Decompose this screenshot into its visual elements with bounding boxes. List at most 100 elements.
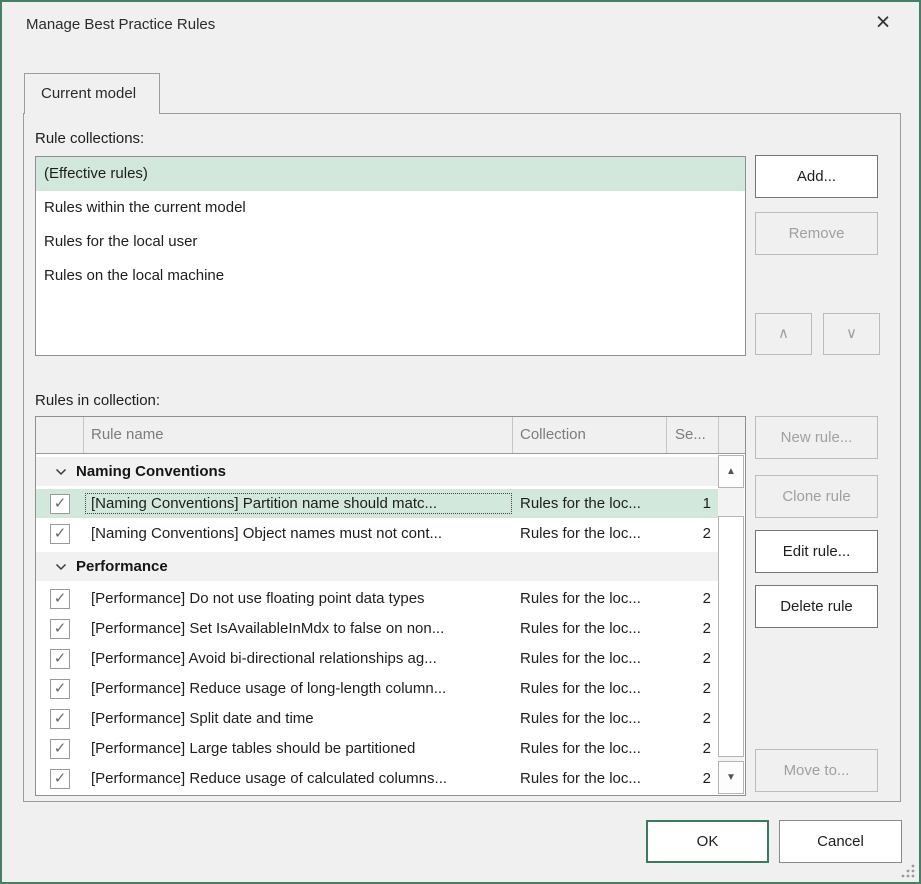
rule-collection-cell[interactable]: Rules for the loc... bbox=[513, 620, 667, 637]
rule-severity-cell[interactable]: 1 bbox=[667, 495, 719, 512]
rule-checkbox-cell: ✓ bbox=[36, 524, 84, 544]
rule-row[interactable]: ✓ [Naming Conventions] Object names must … bbox=[36, 519, 719, 549]
chevron-down-icon: ∨ bbox=[846, 325, 857, 342]
tab-page: Rule collections: (Effective rules)Rules… bbox=[23, 113, 901, 802]
rule-row[interactable]: ✓ [Performance] Reduce usage of calculate… bbox=[36, 764, 719, 794]
tab-current-model[interactable]: Current model bbox=[24, 73, 160, 114]
check-icon: ✓ bbox=[54, 681, 67, 696]
rule-checkbox[interactable]: ✓ bbox=[50, 524, 70, 544]
rule-collection-cell[interactable]: Rules for the loc... bbox=[513, 590, 667, 607]
rule-name-cell[interactable]: [Performance] Large tables should be par… bbox=[84, 737, 513, 760]
column-header-checkbox bbox=[36, 417, 84, 453]
rule-collection-cell[interactable]: Rules for the loc... bbox=[513, 770, 667, 787]
column-header-rule-name[interactable]: Rule name bbox=[84, 417, 513, 453]
dialog-title: Manage Best Practice Rules bbox=[26, 16, 215, 33]
rules-in-collection-label: Rules in collection: bbox=[35, 392, 160, 409]
rule-collection-item[interactable]: (Effective rules) bbox=[36, 157, 745, 191]
delete-rule-button[interactable]: Delete rule bbox=[755, 585, 878, 628]
rules-table-header: Rule name Collection Se... bbox=[36, 417, 745, 454]
rule-row[interactable]: ✓ [Performance] Reduce usage of long-leng… bbox=[36, 674, 719, 704]
new-rule-button[interactable]: New rule... bbox=[755, 416, 878, 459]
rule-checkbox[interactable]: ✓ bbox=[50, 769, 70, 789]
rule-group-name: Naming Conventions bbox=[76, 463, 226, 480]
close-icon[interactable]: × bbox=[869, 8, 897, 36]
rule-checkbox-cell: ✓ bbox=[36, 679, 84, 699]
rule-checkbox[interactable]: ✓ bbox=[50, 589, 70, 609]
rule-collections-label: Rule collections: bbox=[35, 130, 144, 147]
rule-name-cell[interactable]: [Performance] Split date and time bbox=[84, 707, 513, 730]
check-icon: ✓ bbox=[54, 711, 67, 726]
rule-collection-item[interactable]: Rules within the current model bbox=[36, 191, 745, 225]
rule-row[interactable]: ✓ [Performance] Set IsAvailableInMdx to f… bbox=[36, 614, 719, 644]
rule-collection-cell[interactable]: Rules for the loc... bbox=[513, 710, 667, 727]
rule-row[interactable]: ✓ [Performance] Large tables should be pa… bbox=[36, 734, 719, 764]
ok-button[interactable]: OK bbox=[646, 820, 769, 863]
scrollbar-thumb[interactable] bbox=[718, 516, 744, 757]
rule-severity-cell[interactable]: 2 bbox=[667, 770, 719, 787]
add-button[interactable]: Add... bbox=[755, 155, 878, 198]
rule-row[interactable]: ✓ [Performance] Do not use floating point… bbox=[36, 584, 719, 614]
scroll-up-button[interactable]: ▲ bbox=[718, 455, 744, 488]
rule-row[interactable]: ✓ [Naming Conventions] Partition name sho… bbox=[36, 489, 719, 519]
check-icon: ✓ bbox=[54, 741, 67, 756]
move-up-button[interactable]: ∧ bbox=[755, 313, 812, 355]
rule-name-cell[interactable]: [Performance] Avoid bi-directional relat… bbox=[84, 647, 513, 670]
rule-name-cell[interactable]: [Performance] Set IsAvailableInMdx to fa… bbox=[84, 617, 513, 640]
rule-checkbox[interactable]: ✓ bbox=[50, 494, 70, 514]
resize-grip[interactable] bbox=[900, 863, 916, 879]
rule-checkbox[interactable]: ✓ bbox=[50, 649, 70, 669]
rule-collection-cell[interactable]: Rules for the loc... bbox=[513, 525, 667, 542]
rule-name-cell[interactable]: [Naming Conventions] Object names must n… bbox=[84, 522, 513, 545]
rule-checkbox[interactable]: ✓ bbox=[50, 619, 70, 639]
rule-checkbox-cell: ✓ bbox=[36, 619, 84, 639]
table-scrollbar[interactable]: ▲ ▼ bbox=[718, 455, 744, 794]
check-icon: ✓ bbox=[54, 651, 67, 666]
column-header-collection[interactable]: Collection bbox=[513, 417, 667, 453]
rule-group-row[interactable]: Naming Conventions bbox=[36, 454, 719, 489]
rule-collection-item[interactable]: Rules on the local machine bbox=[36, 259, 745, 293]
rule-collections-list: (Effective rules)Rules within the curren… bbox=[35, 156, 746, 356]
edit-rule-button[interactable]: Edit rule... bbox=[755, 530, 878, 573]
rule-name-cell[interactable]: [Performance] Reduce usage of calculated… bbox=[84, 767, 513, 790]
chevron-down-icon bbox=[55, 468, 67, 476]
rule-severity-cell[interactable]: 2 bbox=[667, 740, 719, 757]
scroll-down-button[interactable]: ▼ bbox=[718, 761, 744, 794]
rules-table-body: Naming Conventions ✓ [Naming Conventions] … bbox=[36, 454, 745, 795]
rule-collection-cell[interactable]: Rules for the loc... bbox=[513, 495, 667, 512]
column-header-severity[interactable]: Se... bbox=[667, 417, 719, 453]
rule-checkbox[interactable]: ✓ bbox=[50, 679, 70, 699]
rule-severity-cell[interactable]: 2 bbox=[667, 680, 719, 697]
chevron-down-icon bbox=[55, 563, 67, 571]
rule-severity-cell[interactable]: 2 bbox=[667, 590, 719, 607]
rule-checkbox-cell: ✓ bbox=[36, 649, 84, 669]
check-icon: ✓ bbox=[54, 591, 67, 606]
rule-checkbox-cell: ✓ bbox=[36, 739, 84, 759]
clone-rule-button[interactable]: Clone rule bbox=[755, 475, 878, 518]
rule-collection-cell[interactable]: Rules for the loc... bbox=[513, 650, 667, 667]
rule-row[interactable]: ✓ [Performance] Avoid bi-directional rela… bbox=[36, 644, 719, 674]
rule-name-cell[interactable]: [Performance] Reduce usage of long-lengt… bbox=[84, 677, 513, 700]
move-to-button[interactable]: Move to... bbox=[755, 749, 878, 792]
check-icon: ✓ bbox=[54, 771, 67, 786]
rule-checkbox-cell: ✓ bbox=[36, 709, 84, 729]
remove-button[interactable]: Remove bbox=[755, 212, 878, 255]
check-icon: ✓ bbox=[54, 526, 67, 541]
column-header-filler bbox=[719, 417, 745, 453]
rule-checkbox[interactable]: ✓ bbox=[50, 739, 70, 759]
rule-name-cell[interactable]: [Performance] Do not use floating point … bbox=[84, 587, 513, 610]
rule-checkbox[interactable]: ✓ bbox=[50, 709, 70, 729]
move-down-button[interactable]: ∨ bbox=[823, 313, 880, 355]
rule-severity-cell[interactable]: 2 bbox=[667, 710, 719, 727]
rule-severity-cell[interactable]: 2 bbox=[667, 620, 719, 637]
rule-group-name: Performance bbox=[76, 558, 168, 575]
rule-group-row[interactable]: Performance bbox=[36, 549, 719, 584]
rule-name-cell[interactable]: [Naming Conventions] Partition name shou… bbox=[84, 492, 513, 515]
rule-collection-cell[interactable]: Rules for the loc... bbox=[513, 680, 667, 697]
rule-collection-item[interactable]: Rules for the local user bbox=[36, 225, 745, 259]
check-icon: ✓ bbox=[54, 496, 67, 511]
cancel-button[interactable]: Cancel bbox=[779, 820, 902, 863]
rule-collection-cell[interactable]: Rules for the loc... bbox=[513, 740, 667, 757]
rule-row[interactable]: ✓ [Performance] Split date and timeRules … bbox=[36, 704, 719, 734]
rule-severity-cell[interactable]: 2 bbox=[667, 650, 719, 667]
rule-severity-cell[interactable]: 2 bbox=[667, 525, 719, 542]
